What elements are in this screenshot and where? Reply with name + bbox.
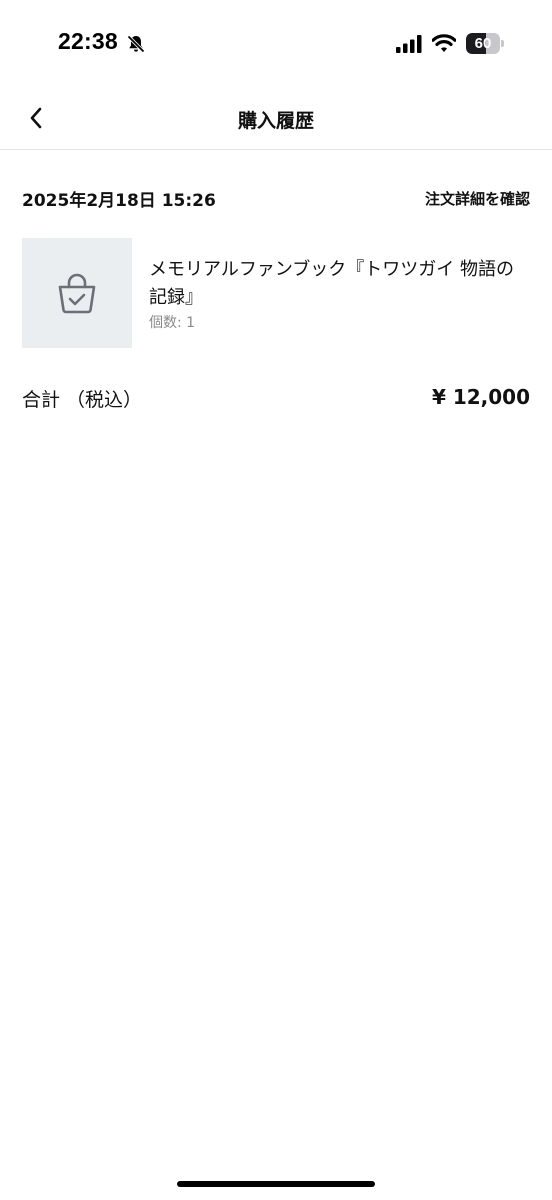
bell-slash-icon (127, 35, 145, 53)
shopping-bag-check-icon (58, 273, 96, 314)
purchase-history-screen: 22:38 60 購入履歴 2025年2月18日 15:26 注文詳細を確認 メ… (0, 0, 552, 1200)
total-value: ¥ 12,000 (431, 385, 530, 409)
order-item[interactable]: メモリアルファンブック『トワツガイ 物語の記録』 個数: 1 (22, 238, 530, 350)
product-quantity: 個数: 1 (149, 315, 196, 331)
total-label: 合計 （税込） (22, 389, 143, 411)
wifi-icon (432, 34, 456, 52)
cellular-signal-icon (396, 35, 422, 53)
status-time: 22:38 (58, 28, 118, 54)
order-total: 合計 （税込） ¥ 12,000 (22, 385, 530, 415)
order-date: 2025年2月18日 15:26 (22, 191, 216, 211)
order-detail-link[interactable]: 注文詳細を確認 (425, 188, 530, 209)
battery-icon: 60 (466, 33, 504, 54)
order-header: 2025年2月18日 15:26 注文詳細を確認 (22, 184, 530, 214)
status-bar: 22:38 60 (0, 0, 552, 88)
product-name: メモリアルファンブック『トワツガイ 物語の記録』 (149, 259, 514, 308)
home-indicator[interactable] (177, 1181, 375, 1187)
product-thumbnail (22, 238, 132, 348)
nav-bar: 購入履歴 (0, 88, 552, 150)
page-title: 購入履歴 (237, 110, 314, 132)
battery-level: 60 (474, 35, 492, 52)
